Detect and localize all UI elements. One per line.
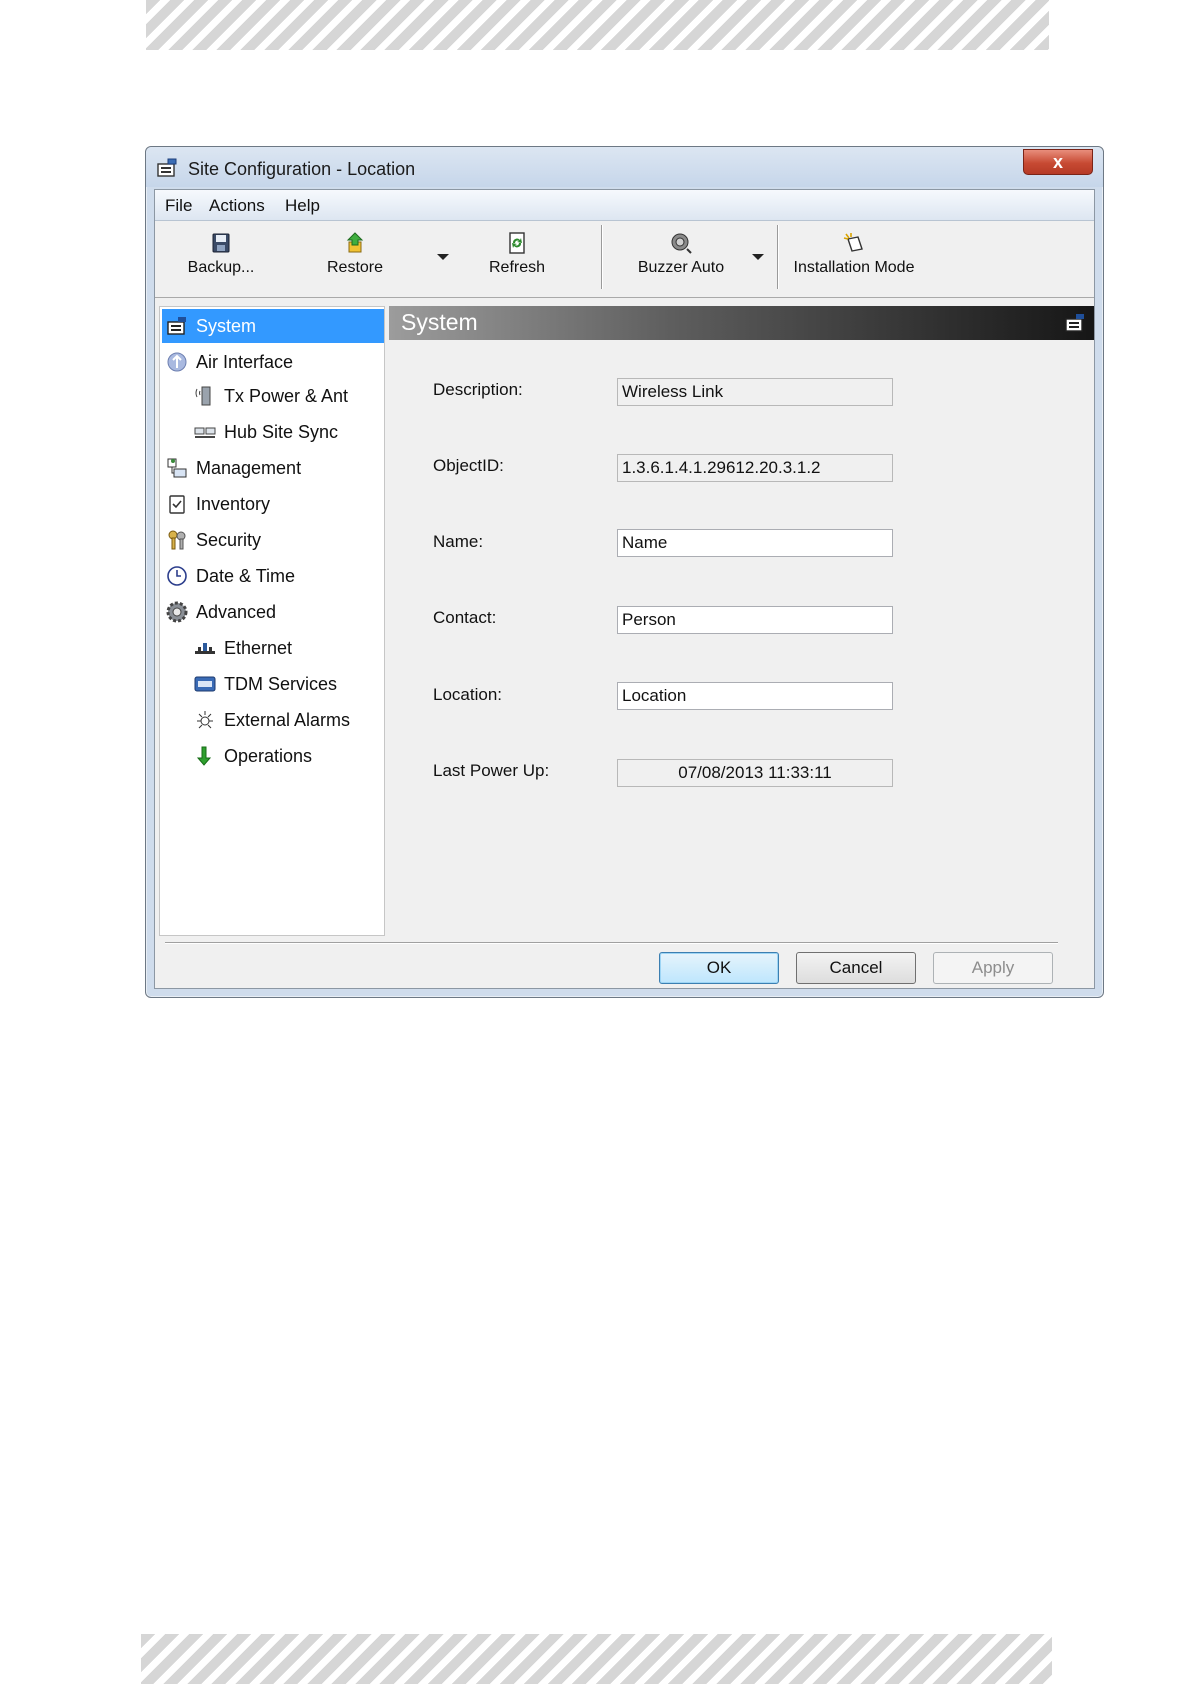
buzzer-auto-label: Buzzer Auto [637, 259, 725, 276]
tree-label: Tx Power & Ant [224, 385, 349, 406]
tree-item-system[interactable]: System [162, 309, 384, 343]
contact-field[interactable] [617, 606, 893, 634]
system-panel: System Description: ObjectID: Name: Cont… [389, 306, 1094, 934]
save-icon [212, 233, 230, 253]
tree-item-ethernet[interactable]: Ethernet [194, 631, 292, 665]
clock-icon [166, 565, 188, 587]
name-field[interactable] [617, 529, 893, 557]
objectid-field[interactable] [617, 454, 893, 482]
management-icon [166, 457, 188, 479]
menu-file[interactable]: File [165, 196, 192, 216]
tree-item-date-time[interactable]: Date & Time [166, 559, 295, 593]
alarm-icon [194, 709, 216, 731]
restore-icon [346, 232, 364, 253]
tree-label: Hub Site Sync [224, 421, 339, 442]
restore-dropdown-icon[interactable] [437, 254, 449, 260]
menu-actions[interactable]: Actions [209, 196, 265, 216]
tree-label: Management [196, 457, 302, 478]
contact-label: Contact: [433, 608, 497, 627]
tree-label: Operations [224, 745, 313, 766]
hub-sync-icon [194, 421, 216, 443]
tree-item-external-alarms[interactable]: External Alarms [194, 703, 350, 737]
footer-separator [165, 942, 1058, 943]
page-footer-stripe [141, 1634, 1052, 1684]
tree-label: TDM Services [224, 673, 338, 694]
toolbar-separator [601, 225, 602, 289]
buzzer-auto-button[interactable]: Buzzer Auto [625, 231, 737, 287]
backup-button[interactable]: Backup... [181, 231, 261, 287]
buzzer-icon [671, 233, 692, 254]
description-field[interactable] [617, 378, 893, 406]
ethernet-icon [194, 637, 216, 659]
restore-button[interactable]: Restore [315, 231, 395, 287]
toolbar: Backup... Restore Refresh Buzzer Auto In… [155, 221, 1094, 298]
ok-button[interactable]: OK [659, 952, 779, 984]
navigation-tree: System Air Interface Tx Power & Ant Hub … [159, 306, 385, 936]
menu-bar: File Actions Help [155, 190, 1094, 221]
tree-item-management[interactable]: Management [166, 451, 301, 485]
antenna-icon [194, 385, 216, 407]
system-icon [166, 315, 188, 337]
last-power-up-field[interactable] [617, 759, 893, 787]
backup-label: Backup... [187, 259, 255, 276]
refresh-label: Refresh [488, 259, 546, 276]
tree-item-hub-site-sync[interactable]: Hub Site Sync [194, 415, 338, 449]
air-interface-icon [166, 351, 188, 373]
tree-item-air-interface[interactable]: Air Interface [166, 345, 293, 379]
tree-label: Security [196, 529, 262, 550]
tree-item-tdm-services[interactable]: TDM Services [194, 667, 337, 701]
security-icon [166, 529, 188, 551]
site-configuration-window: Site Configuration - Location x File Act… [145, 146, 1104, 998]
tree-label: System [196, 315, 257, 336]
installation-mode-icon [843, 233, 863, 252]
installation-mode-label: Installation Mode [793, 259, 915, 276]
panel-header: System [389, 306, 1094, 340]
menu-help[interactable]: Help [285, 196, 320, 216]
description-label: Description: [433, 380, 523, 399]
restore-label: Restore [326, 259, 384, 276]
operations-icon [194, 745, 216, 767]
tree-item-security[interactable]: Security [166, 523, 261, 557]
close-button[interactable]: x [1023, 149, 1093, 175]
name-label: Name: [433, 532, 484, 551]
refresh-button[interactable]: Refresh [477, 231, 557, 287]
location-label: Location: [433, 685, 502, 704]
panel-title: System [401, 309, 478, 335]
system-icon [1065, 314, 1084, 332]
tree-item-operations[interactable]: Operations [194, 739, 312, 773]
last-power-up-label: Last Power Up: [433, 761, 550, 780]
tree-item-tx-power[interactable]: Tx Power & Ant [194, 379, 348, 413]
installation-mode-button[interactable]: Installation Mode [789, 231, 919, 287]
tree-label: Date & Time [196, 565, 296, 586]
tree-item-advanced[interactable]: Advanced [166, 595, 276, 629]
tree-label: Advanced [196, 601, 277, 622]
system-icon [157, 158, 177, 177]
objectid-label: ObjectID: [433, 456, 504, 475]
tree-label: Inventory [196, 493, 271, 514]
window-body: File Actions Help Backup... Restore Refr… [154, 189, 1095, 989]
location-field[interactable] [617, 682, 893, 710]
title-bar[interactable]: Site Configuration - Location x [146, 147, 1103, 187]
tree-item-inventory[interactable]: Inventory [166, 487, 270, 521]
page-header-stripe [146, 0, 1049, 50]
apply-button[interactable]: Apply [933, 952, 1053, 984]
close-icon: x [1052, 151, 1063, 172]
tree-label: External Alarms [224, 709, 351, 730]
inventory-icon [166, 493, 188, 515]
gear-icon [166, 601, 188, 623]
window-title: Site Configuration - Location [188, 159, 416, 179]
tree-label: Ethernet [224, 637, 293, 658]
tdm-icon [194, 673, 216, 695]
refresh-icon [509, 232, 525, 254]
buzzer-dropdown-icon[interactable] [752, 254, 764, 260]
toolbar-separator [777, 225, 778, 289]
cancel-button[interactable]: Cancel [796, 952, 916, 984]
tree-label: Air Interface [196, 351, 294, 372]
